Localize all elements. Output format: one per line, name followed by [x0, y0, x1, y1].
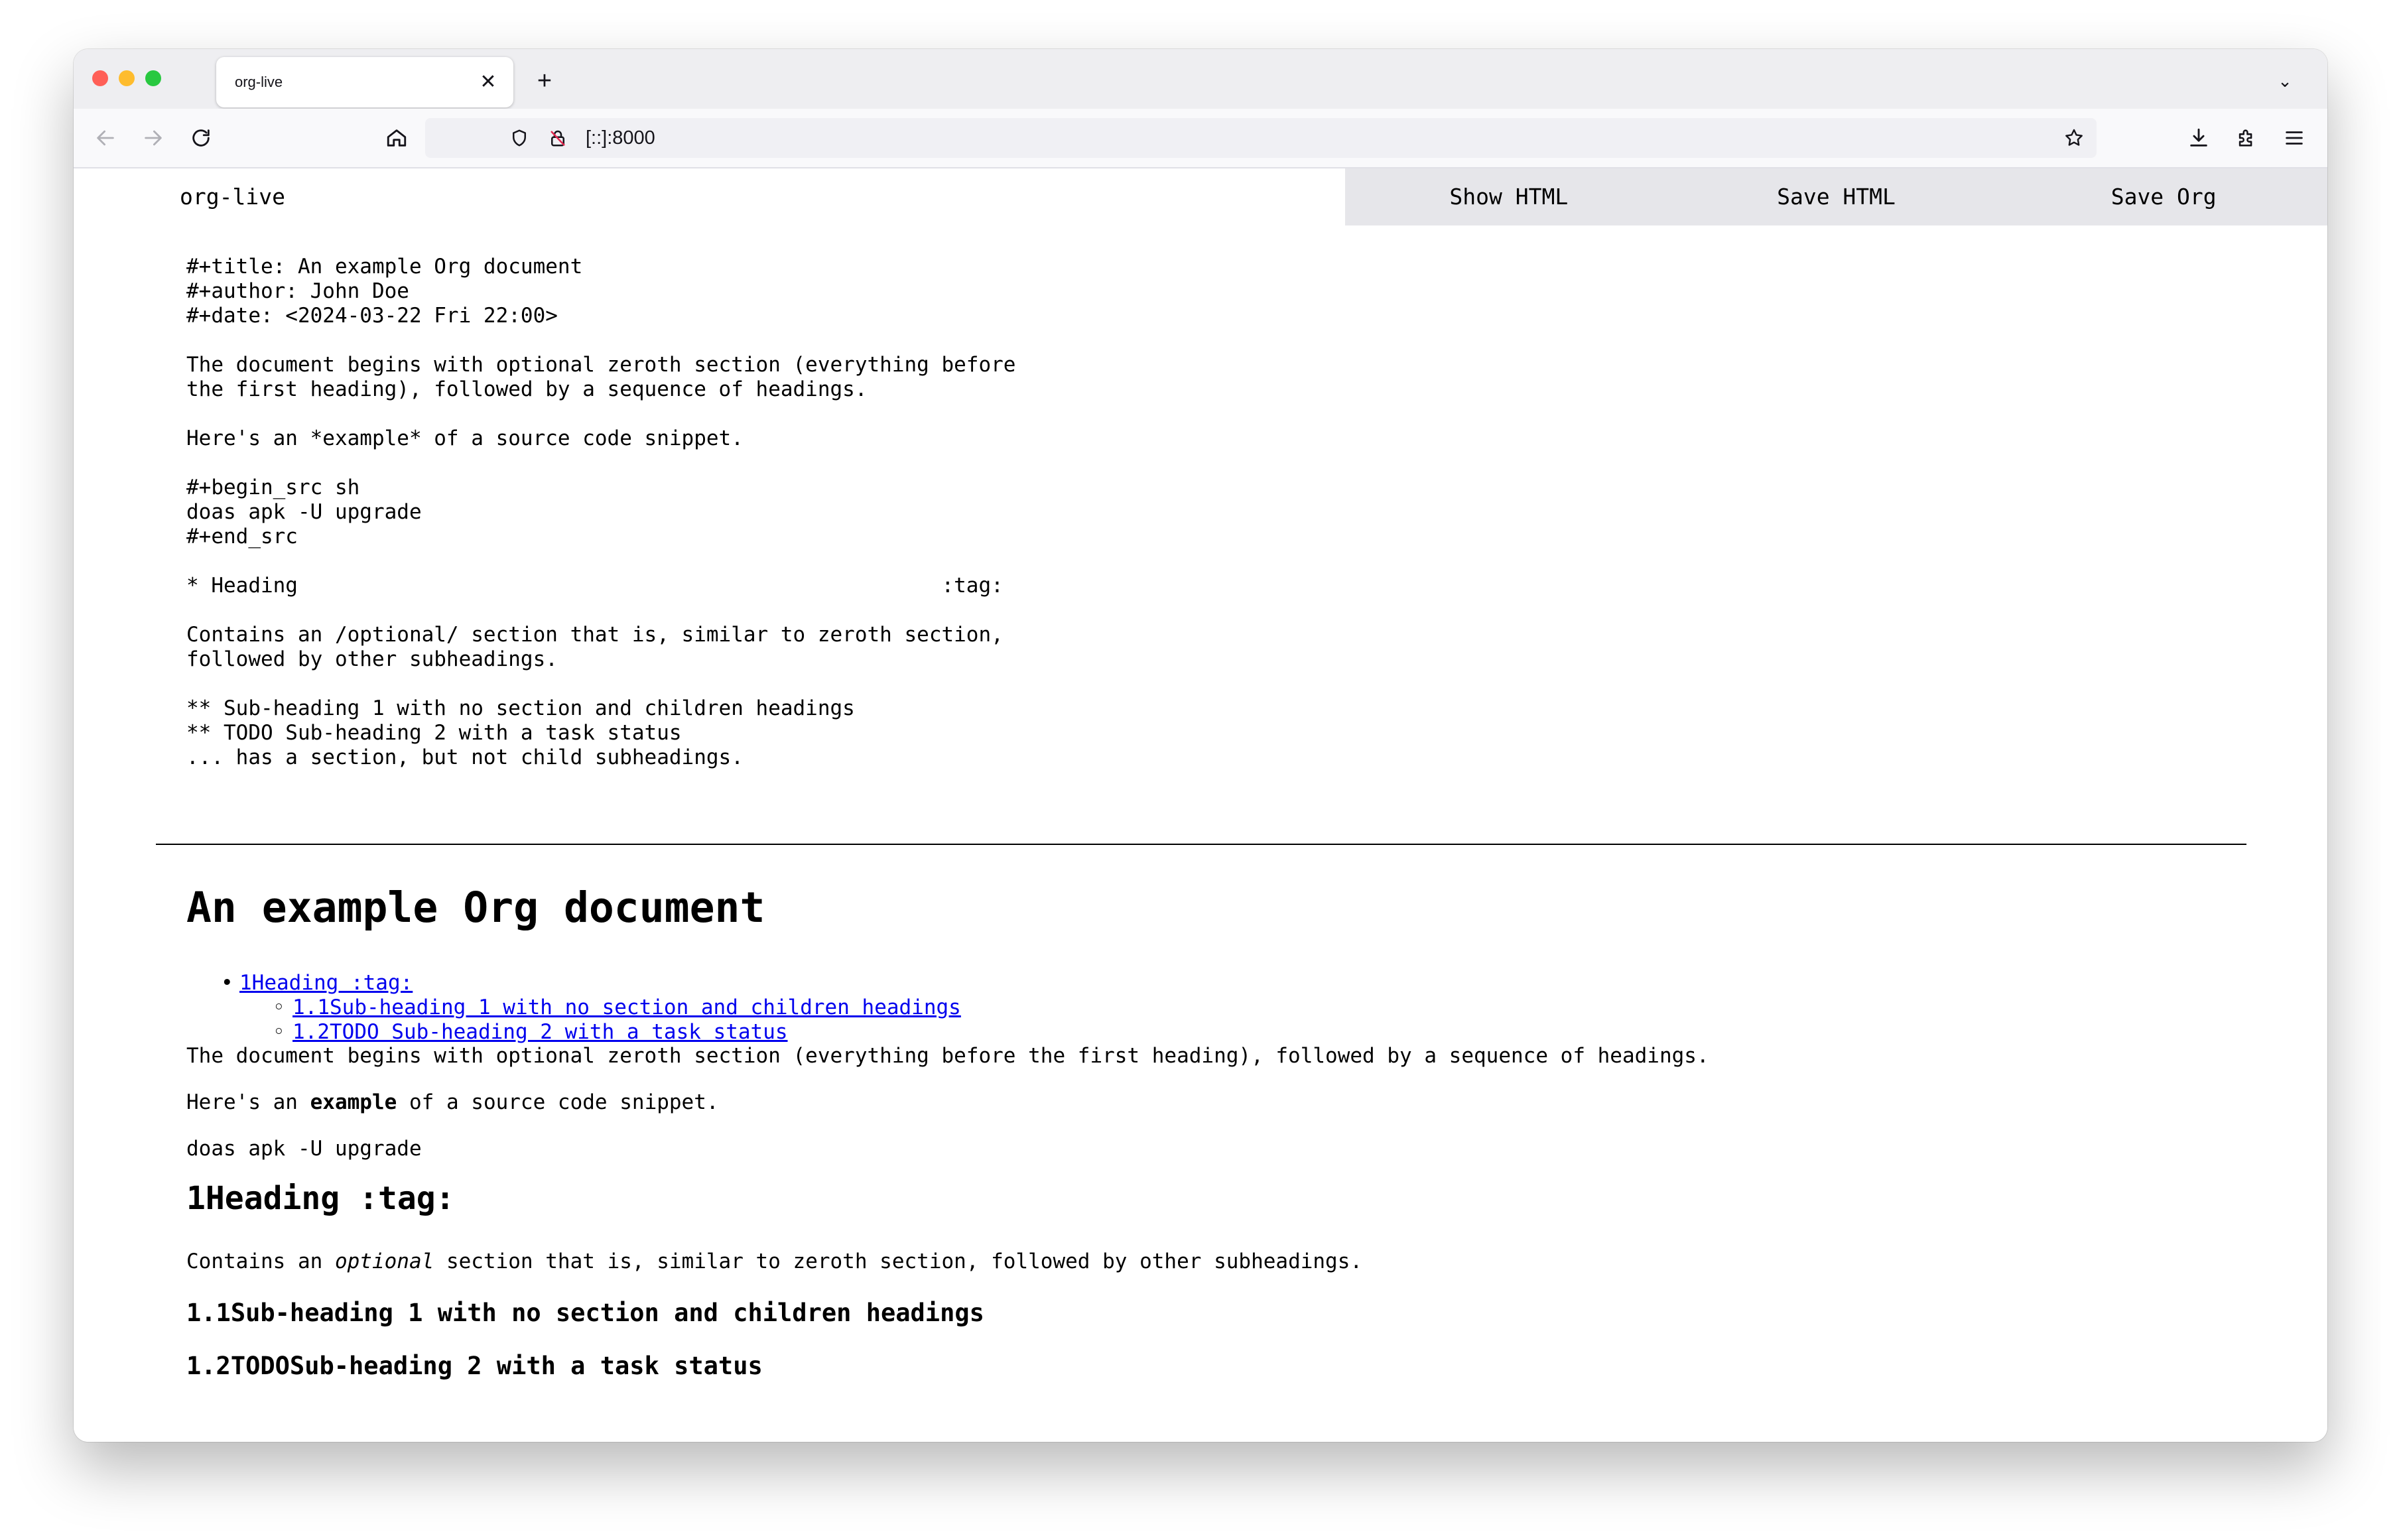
heading-1: 1Heading :tag:: [186, 1180, 455, 1217]
code-block: doas apk -U upgrade: [186, 1137, 422, 1161]
minimize-window-button[interactable]: [119, 70, 135, 86]
app-action-bar: Show HTML Save HTML Save Org: [1345, 168, 2327, 225]
toc-item: ◦ 1.1Sub-heading 1 with no section and c…: [186, 995, 961, 1020]
zeroth-section-paragraph: The document begins with optional zeroth…: [186, 1044, 1709, 1068]
reload-icon: [192, 129, 210, 147]
bullet-circle-icon: ◦: [273, 1020, 285, 1044]
example-bold: example: [310, 1090, 397, 1114]
app-title: org-live: [180, 184, 285, 210]
reload-button[interactable]: [182, 119, 220, 157]
page-content: org-live Show HTML Save HTML Save Org #+…: [74, 168, 2327, 1442]
downloads-button[interactable]: [2180, 119, 2217, 157]
extensions-button[interactable]: [2228, 119, 2265, 157]
org-source-editor[interactable]: #+title: An example Org document #+autho…: [186, 255, 1015, 770]
insecure-lock-icon[interactable]: [542, 122, 574, 154]
back-button[interactable]: [87, 119, 124, 157]
url-text[interactable]: [::]:8000: [586, 118, 655, 158]
url-bar[interactable]: [::]:8000: [425, 118, 2097, 158]
toc-item: • 1Heading :tag:: [186, 971, 961, 995]
section-prefix: Contains an: [186, 1250, 335, 1273]
new-tab-button[interactable]: +: [529, 66, 560, 98]
hamburger-menu-icon: [2286, 131, 2303, 145]
toc-link-heading[interactable]: 1Heading :tag:: [239, 971, 413, 995]
example-paragraph: Here's an example of a source code snipp…: [186, 1090, 719, 1114]
save-html-button[interactable]: Save HTML: [1673, 168, 2000, 225]
toc-link-subheading-2[interactable]: 1.2TODO Sub-heading 2 with a task status: [292, 1020, 788, 1044]
forward-arrow-icon: [145, 130, 162, 146]
document-title: An example Org document: [186, 883, 765, 932]
toc-item: ◦ 1.2TODO Sub-heading 2 with a task stat…: [186, 1020, 961, 1045]
download-icon: [2190, 128, 2207, 147]
app-menu-button[interactable]: [2276, 119, 2313, 157]
example-prefix: Here's an: [186, 1090, 310, 1114]
heading-1-2: 1.2TODOSub-heading 2 with a task status: [186, 1352, 763, 1380]
section-suffix: section that is, similar to zeroth secti…: [434, 1250, 1363, 1273]
puzzle-piece-icon: [2239, 129, 2252, 147]
home-icon: [387, 129, 407, 147]
show-html-button[interactable]: Show HTML: [1345, 168, 1673, 225]
active-tab[interactable]: org-live ✕: [216, 57, 513, 107]
close-tab-icon[interactable]: ✕: [474, 68, 503, 97]
forward-button[interactable]: [135, 119, 172, 157]
bullet-circle-icon: ◦: [273, 995, 285, 1019]
toc-link-subheading-1[interactable]: 1.1Sub-heading 1 with no section and chi…: [292, 995, 961, 1019]
close-window-button[interactable]: [92, 70, 108, 86]
heading-section-paragraph: Contains an optional section that is, si…: [186, 1250, 1362, 1273]
browser-window: org-live ✕ + ⌄ [::]:8000 org-live Show H…: [74, 49, 2327, 1442]
tracking-protection-shield-icon[interactable]: [503, 122, 535, 154]
back-arrow-icon: [97, 130, 114, 146]
heading-1-1: 1.1Sub-heading 1 with no section and chi…: [186, 1299, 984, 1327]
list-all-tabs-icon[interactable]: ⌄: [2269, 65, 2301, 97]
section-italic: optional: [334, 1250, 434, 1273]
example-suffix: of a source code snippet.: [397, 1090, 719, 1114]
zoom-window-button[interactable]: [145, 70, 161, 86]
navigation-toolbar: [::]:8000: [74, 109, 2327, 168]
bullet-disc-icon: •: [221, 971, 233, 995]
save-org-button[interactable]: Save Org: [2000, 168, 2327, 225]
divider: [156, 844, 2246, 845]
table-of-contents: • 1Heading :tag: ◦ 1.1Sub-heading 1 with…: [186, 971, 961, 1045]
tab-strip: org-live ✕ + ⌄: [74, 49, 2327, 109]
tab-title: org-live: [235, 74, 283, 90]
home-button[interactable]: [378, 119, 415, 157]
bookmark-star-icon[interactable]: [2058, 122, 2090, 154]
